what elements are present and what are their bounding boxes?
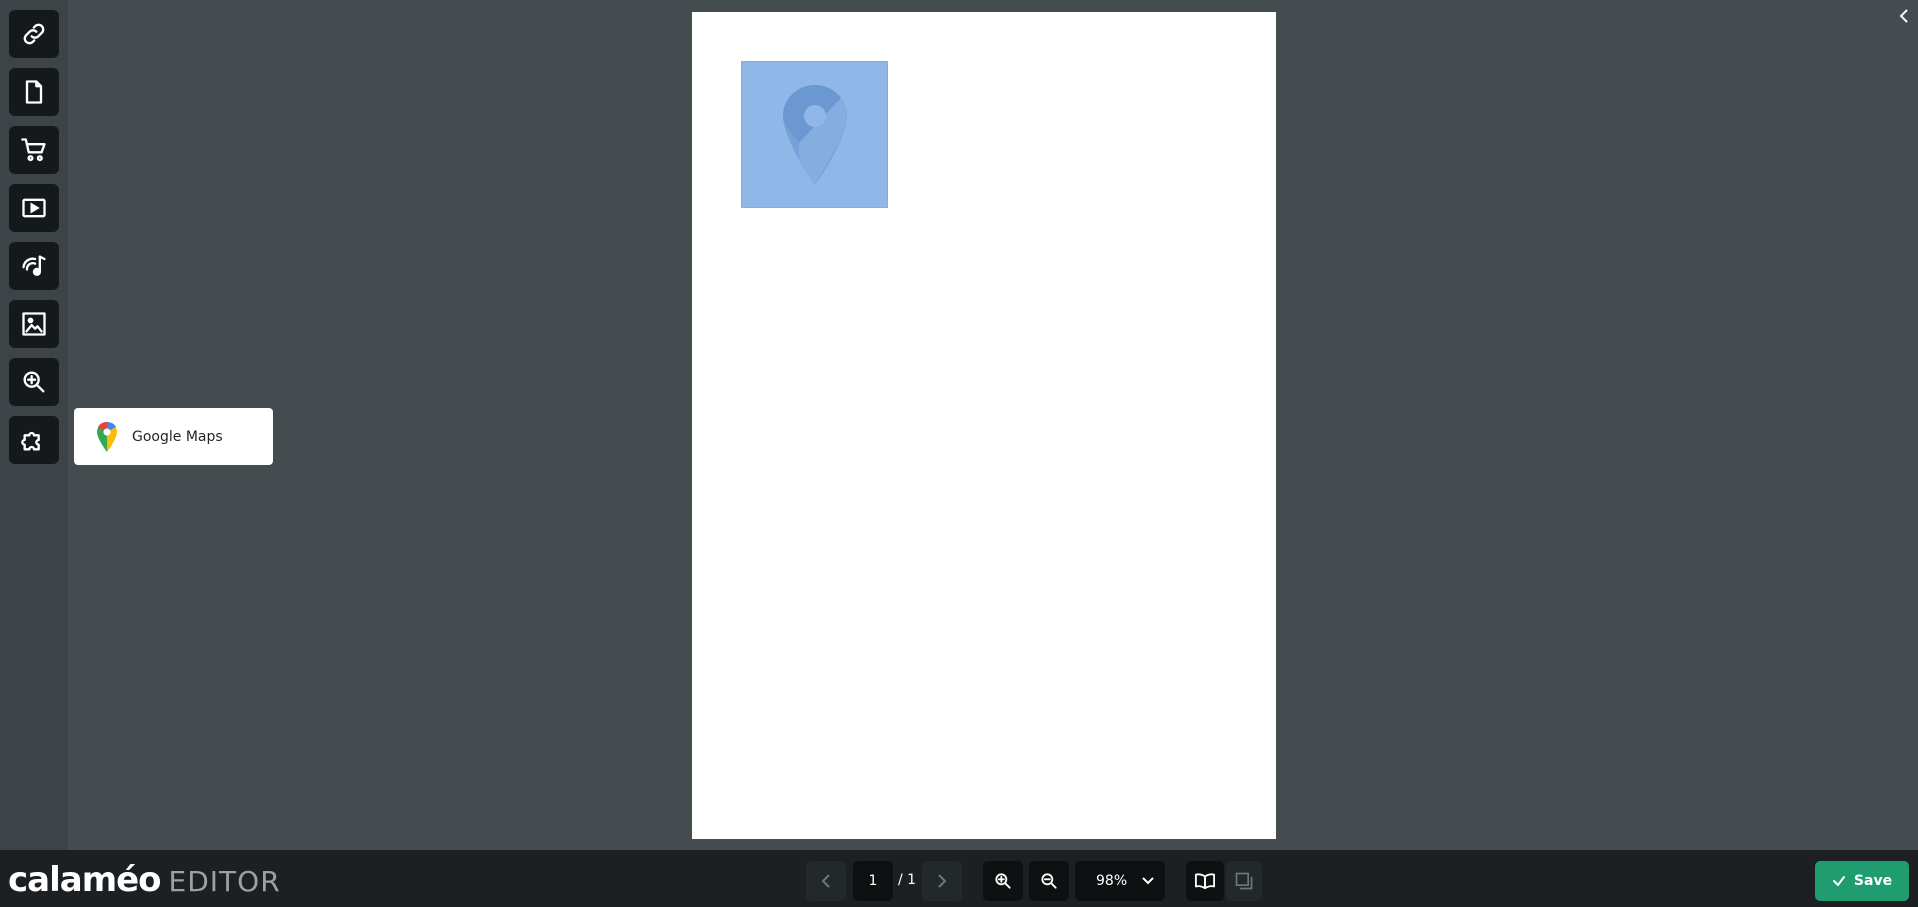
google-maps-icon: [97, 421, 117, 452]
check-icon: [1832, 876, 1845, 886]
brand-logo: calaméo EDITOR: [8, 860, 281, 900]
single-page-icon: [1235, 872, 1253, 890]
zoom-icon: [23, 371, 45, 393]
google-maps-widget[interactable]: [741, 61, 888, 208]
link-icon: [23, 23, 45, 45]
editor-label: EDITOR: [168, 865, 281, 898]
page-icon: [25, 80, 43, 104]
plugin-icon: [21, 431, 40, 451]
zoom-in-button[interactable]: [983, 861, 1023, 901]
document-page[interactable]: [692, 12, 1276, 839]
next-page-button[interactable]: [922, 861, 962, 901]
tool-sidebar: [0, 0, 68, 850]
single-page-view-button[interactable]: [1226, 861, 1262, 901]
link-tool-button[interactable]: [9, 10, 59, 58]
video-icon: [22, 198, 46, 218]
google-maps-label: Google Maps: [132, 428, 223, 445]
zoom-out-icon: [1041, 873, 1057, 889]
audio-icon: [22, 255, 46, 276]
chevron-left-icon: [821, 874, 830, 888]
page-number-input[interactable]: [853, 861, 893, 901]
zoom-level-select[interactable]: 98%: [1075, 861, 1165, 901]
cart-icon: [21, 138, 46, 162]
double-page-view-button[interactable]: [1186, 861, 1224, 901]
audio-tool-button[interactable]: [9, 242, 59, 290]
zoom-out-button[interactable]: [1029, 861, 1069, 901]
chevron-right-icon: [938, 874, 947, 888]
image-icon: [22, 312, 46, 336]
save-button[interactable]: Save: [1815, 861, 1909, 901]
video-tool-button[interactable]: [9, 184, 59, 232]
page-tool-button[interactable]: [9, 68, 59, 116]
chevron-left-icon: [1899, 9, 1908, 23]
zoom-level-value: 98%: [1096, 873, 1128, 889]
prev-page-button[interactable]: [806, 861, 846, 901]
calameo-logo: calaméo: [8, 860, 162, 900]
page-total: / 1: [898, 872, 917, 888]
cart-tool-button[interactable]: [9, 126, 59, 174]
book-open-icon: [1194, 873, 1215, 890]
zoom-in-icon: [995, 873, 1011, 889]
plugin-tool-button[interactable]: [9, 416, 59, 464]
image-tool-button[interactable]: [9, 300, 59, 348]
collapse-panel-button[interactable]: [1896, 6, 1912, 26]
google-maps-plugin-item[interactable]: Google Maps: [74, 408, 273, 465]
map-pin-icon: [782, 84, 847, 185]
save-label: Save: [1853, 873, 1893, 889]
chevron-down-icon: [1142, 877, 1154, 885]
zoom-tool-button[interactable]: [9, 358, 59, 406]
